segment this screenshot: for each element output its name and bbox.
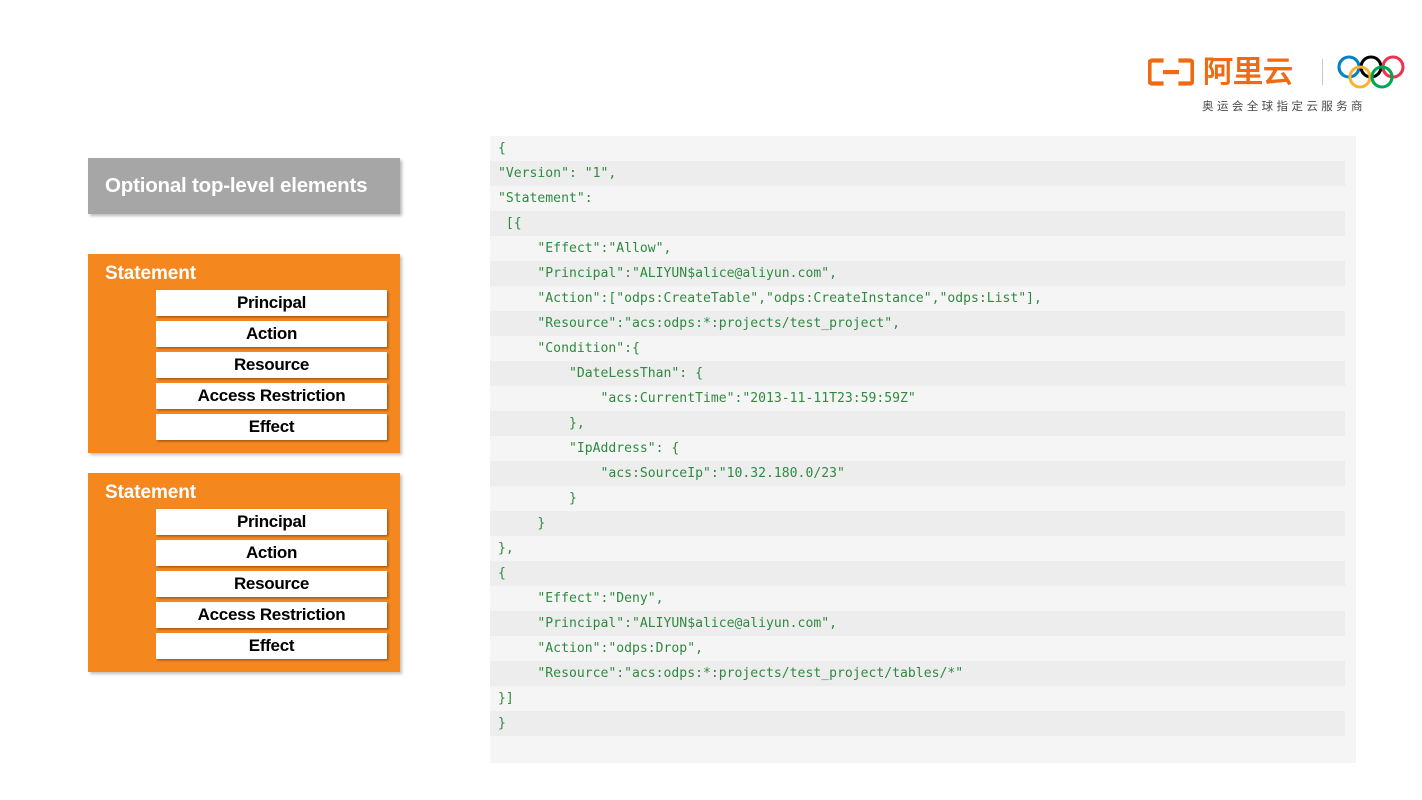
code-line-text: "Principal":"ALIYUN$alice@aliyun.com",: [498, 266, 837, 281]
slide-canvas: 阿里云 奥运会全球指定云服务商 Optional top-level eleme…: [0, 0, 1422, 800]
brand-lockup: 阿里云 奥运会全球指定云服务商: [1148, 52, 1420, 118]
code-line-text: "Effect":"Deny",: [498, 591, 664, 606]
code-line-text: "Resource":"acs:odps:*:projects/test_pro…: [498, 666, 964, 681]
statement-row-resource: Resource: [156, 352, 387, 378]
statement-row-principal: Principal: [156, 509, 387, 535]
statement-row-resource-label: Resource: [233, 574, 310, 593]
code-line: "Version": "1",: [490, 161, 1356, 186]
code-line-text: {: [498, 566, 506, 581]
code-line-text: "acs:SourceIp":"10.32.180.0/23": [498, 466, 845, 481]
code-line-text: }: [498, 716, 506, 731]
code-line: "Action":"odps:Drop",: [490, 636, 1356, 661]
statement-block-2-title: Statement: [105, 482, 196, 503]
statement-row-effect-label: Effect: [248, 636, 295, 655]
code-line-text: "Statement":: [498, 191, 593, 206]
code-line-text: },: [498, 416, 585, 431]
code-line: "Principal":"ALIYUN$alice@aliyun.com",: [490, 611, 1356, 636]
code-line: "acs:CurrentTime":"2013-11-11T23:59:59Z": [490, 386, 1356, 411]
alibaba-cloud-wordmark: 阿里云: [1203, 55, 1293, 89]
statement-row-action-label: Action: [245, 324, 298, 343]
code-line: "IpAddress": {: [490, 436, 1356, 461]
code-line: "DateLessThan": {: [490, 361, 1356, 386]
statement-block-2-rows: Principal Action Resource Access Restric…: [101, 509, 387, 659]
code-line: }]: [490, 686, 1356, 711]
code-line-text: "IpAddress": {: [498, 441, 680, 456]
code-line-text: }]: [498, 691, 514, 706]
code-line: {: [490, 561, 1356, 586]
statement-row-action: Action: [156, 321, 387, 347]
code-line: },: [490, 411, 1356, 436]
statement-row-action: Action: [156, 540, 387, 566]
code-line: [{: [490, 211, 1356, 236]
code-line-text: "Effect":"Allow",: [498, 241, 672, 256]
code-line-text: },: [498, 541, 514, 556]
code-line: "Statement":: [490, 186, 1356, 211]
statement-block-1-rows: Principal Action Resource Access Restric…: [101, 290, 387, 440]
code-line: }: [490, 711, 1356, 736]
statement-block-1-title: Statement: [105, 263, 196, 284]
statement-row-effect: Effect: [156, 633, 387, 659]
code-line-text: "Action":"odps:Drop",: [498, 641, 703, 656]
code-line-text: "Action":["odps:CreateTable","odps:Creat…: [498, 291, 1042, 306]
statement-row-resource: Resource: [156, 571, 387, 597]
code-line: "Condition":{: [490, 336, 1356, 361]
code-line: {: [490, 136, 1356, 161]
code-line: "Effect":"Deny",: [490, 586, 1356, 611]
statement-row-effect: Effect: [156, 414, 387, 440]
code-line: "acs:SourceIp":"10.32.180.0/23": [490, 461, 1356, 486]
code-line-text: "DateLessThan": {: [498, 366, 703, 381]
statement-row-access-restriction: Access Restriction: [156, 383, 387, 409]
statement-row-access-restriction: Access Restriction: [156, 602, 387, 628]
code-line-text: "Resource":"acs:odps:*:projects/test_pro…: [498, 316, 901, 331]
alibaba-cloud-logo-mark: [1148, 58, 1194, 86]
brand-tagline: 奥运会全球指定云服务商: [1202, 99, 1366, 113]
svg-text:阿里云: 阿里云: [1203, 55, 1293, 89]
statement-row-principal: Principal: [156, 290, 387, 316]
code-line-text: [{: [498, 216, 522, 231]
code-line-text: "Condition":{: [498, 341, 640, 356]
code-line: }: [490, 486, 1356, 511]
code-line: },: [490, 536, 1356, 561]
code-line: "Resource":"acs:odps:*:projects/test_pro…: [490, 661, 1356, 686]
code-line: "Principal":"ALIYUN$alice@aliyun.com",: [490, 261, 1356, 286]
brand-row: 阿里云: [1148, 52, 1420, 92]
code-line-text: }: [498, 491, 577, 506]
code-line: "Effect":"Allow",: [490, 236, 1356, 261]
statement-block-1: Statement Principal Action Resource Acce…: [88, 254, 400, 453]
statement-row-principal-label: Principal: [236, 293, 307, 312]
statement-row-resource-label: Resource: [233, 355, 310, 374]
policy-json-code-panel: { "Version": "1", "Statement": [{ "Effect"…: [490, 136, 1356, 763]
code-line: "Resource":"acs:odps:*:projects/test_pro…: [490, 311, 1356, 336]
policy-structure-diagram: Optional top-level elements Statement Pr…: [88, 158, 400, 672]
statement-row-effect-label: Effect: [248, 417, 295, 436]
code-line-text: {: [498, 141, 506, 156]
code-line: }: [490, 511, 1356, 536]
code-line-text: "acs:CurrentTime":"2013-11-11T23:59:59Z": [498, 391, 916, 406]
code-line-text: "Version": "1",: [498, 166, 617, 181]
optional-top-level-elements-label: Optional top-level elements: [105, 174, 368, 197]
statement-block-2: Statement Principal Action Resource Acce…: [88, 473, 400, 672]
statement-row-action-label: Action: [245, 543, 298, 562]
code-line-text: }: [498, 516, 546, 531]
statement-row-access-restriction-label: Access Restriction: [197, 605, 346, 624]
optional-top-level-elements-box: Optional top-level elements: [88, 158, 400, 214]
statement-row-principal-label: Principal: [236, 512, 307, 531]
code-line: "Action":["odps:CreateTable","odps:Creat…: [490, 286, 1356, 311]
code-line-text: "Principal":"ALIYUN$alice@aliyun.com",: [498, 616, 837, 631]
brand-divider: [1322, 59, 1323, 85]
olympic-rings-icon: [1337, 55, 1405, 89]
statement-row-access-restriction-label: Access Restriction: [197, 386, 346, 405]
